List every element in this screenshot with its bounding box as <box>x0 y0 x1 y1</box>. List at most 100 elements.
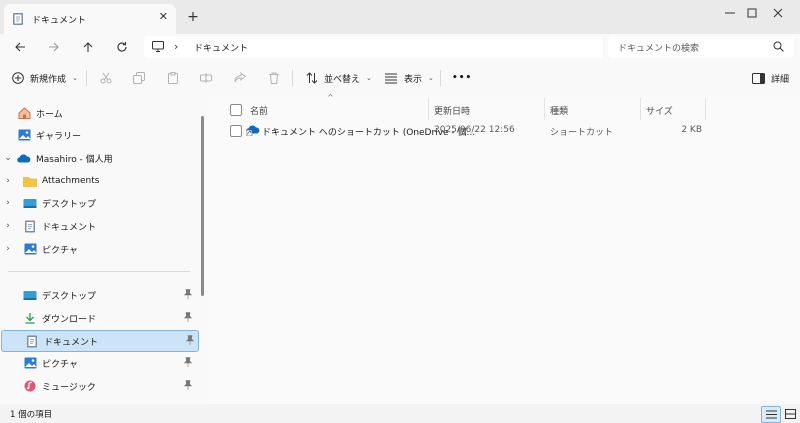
download-icon <box>22 311 38 325</box>
sidebar-item-documents[interactable]: › ドキュメント <box>0 216 196 236</box>
sidebar-scrollbar[interactable] <box>201 116 204 296</box>
quick-access-pictures[interactable]: ピクチャ <box>0 353 196 373</box>
details-pane-label: 詳細 <box>771 74 790 85</box>
arrow-left-icon <box>15 42 25 52</box>
paste-button[interactable] <box>167 68 179 88</box>
view-button-label: 表示 <box>404 74 423 85</box>
column-header-type[interactable]: 種類 <box>550 100 568 120</box>
close-button[interactable] <box>756 0 800 26</box>
breadcrumb-documents[interactable]: ドキュメント <box>194 41 248 54</box>
share-button[interactable] <box>234 68 246 88</box>
details-pane-icon <box>752 72 765 84</box>
refresh-icon <box>117 42 127 52</box>
pin-icon <box>184 312 192 322</box>
chevron-down-icon: ⌄ <box>428 74 434 82</box>
command-bar: 新規作成 ⌄ 並べ替え ⌄ 表示 ⌄ ••• 詳細 <box>0 60 800 97</box>
chevron-right-icon[interactable]: › <box>0 198 16 208</box>
sort-icon <box>306 72 318 84</box>
sidebar-item-label: Masahiro - 個人用 <box>36 154 113 165</box>
pin-icon <box>186 335 194 345</box>
rename-button[interactable] <box>200 68 212 88</box>
sidebar-item-onedrive[interactable]: ⌄ Masahiro - 個人用 <box>0 148 196 168</box>
table-row[interactable]: ドキュメント へのショートカット (OneDrive - 個... 2025/0… <box>222 120 712 140</box>
chevron-down-icon: ⌄ <box>366 74 372 82</box>
sidebar-item-pictures[interactable]: › ピクチャ <box>0 239 196 259</box>
rename-icon <box>200 73 212 83</box>
chevron-right-icon[interactable]: › <box>0 176 16 186</box>
home-icon <box>16 106 32 120</box>
large-icons-view-button[interactable] <box>781 406 799 421</box>
up-button[interactable] <box>78 38 98 56</box>
details-pane-button[interactable]: 詳細 <box>752 68 789 88</box>
documents-icon <box>22 219 38 233</box>
toolbar-divider <box>440 70 441 86</box>
chevron-down-icon[interactable]: ⌄ <box>0 153 16 163</box>
new-button[interactable]: 新規作成 ⌄ <box>12 68 78 88</box>
sidebar-item-label: ピクチャ <box>42 245 78 256</box>
sidebar-divider <box>8 271 190 272</box>
sidebar-item-label: ミュージック <box>42 382 96 393</box>
sidebar-item-gallery[interactable]: ギャラリー <box>0 125 196 145</box>
address-row: › ドキュメント ドキュメントの検索 <box>0 34 800 60</box>
sidebar-item-label: ピクチャ <box>42 359 78 370</box>
search-box[interactable]: ドキュメントの検索 <box>608 36 794 58</box>
column-label-name: 名前 <box>250 106 269 117</box>
copy-button[interactable] <box>133 68 145 88</box>
trash-icon <box>269 72 279 84</box>
column-header-size[interactable]: サイズ <box>646 100 673 120</box>
toolbar-divider <box>292 70 293 86</box>
more-options-button[interactable]: ••• <box>452 68 472 88</box>
column-divider[interactable] <box>705 98 706 120</box>
details-view-button[interactable] <box>761 406 781 423</box>
sidebar-item-attachments[interactable]: › Attachments <box>0 171 196 191</box>
forward-button[interactable] <box>44 38 64 56</box>
column-divider[interactable] <box>640 98 641 120</box>
sort-indicator: ^ <box>327 93 334 102</box>
refresh-button[interactable] <box>112 38 132 56</box>
new-tab-button[interactable]: + <box>183 7 203 27</box>
desktop-icon <box>22 288 38 302</box>
column-label-modified: 更新日時 <box>434 106 471 117</box>
column-divider[interactable] <box>428 98 429 120</box>
address-bar[interactable]: › ドキュメント <box>144 36 603 58</box>
quick-access-desktop[interactable]: デスクトップ <box>0 285 196 305</box>
back-button[interactable] <box>10 38 30 56</box>
column-label-type: 種類 <box>550 106 569 117</box>
chevron-right-icon[interactable]: › <box>0 244 16 254</box>
item-count: 1 個の項目 <box>10 410 53 420</box>
chevron-right-icon[interactable]: › <box>0 221 16 231</box>
chevron-down-icon: ⌄ <box>72 74 78 82</box>
column-divider[interactable] <box>544 98 545 120</box>
column-header-name[interactable]: 名前 <box>230 100 268 120</box>
sidebar-item-home[interactable]: ホーム <box>0 103 196 123</box>
navigation-pane: ホーム ギャラリー ⌄ Masahiro - 個人用 › Attachments… <box>0 96 208 404</box>
gallery-icon <box>16 128 32 142</box>
arrow-up-icon <box>83 42 93 52</box>
search-input[interactable]: ドキュメントの検索 <box>618 41 699 54</box>
view-button[interactable]: 表示 ⌄ <box>384 68 434 88</box>
sidebar-item-label: ギャラリー <box>36 131 82 142</box>
delete-button[interactable] <box>268 68 280 88</box>
pictures-icon <box>22 356 38 370</box>
search-icon <box>773 41 784 52</box>
arrow-right-icon <box>49 42 59 52</box>
desktop-icon <box>22 196 38 210</box>
row-checkbox[interactable] <box>230 125 242 137</box>
column-header-modified[interactable]: 更新日時 <box>434 100 470 120</box>
sidebar-item-label: ドキュメント <box>44 337 99 348</box>
sort-button[interactable]: 並べ替え ⌄ <box>306 68 372 88</box>
quick-access-downloads[interactable]: ダウンロード <box>0 308 196 328</box>
cut-button[interactable] <box>100 68 112 88</box>
status-bar: 1 個の項目 <box>0 404 800 423</box>
this-pc-icon <box>152 41 164 52</box>
quick-access-music[interactable]: ミュージック <box>0 376 196 396</box>
sidebar-item-desktop[interactable]: › デスクトップ <box>0 193 196 213</box>
tab-close-icon[interactable]: ✕ <box>159 10 168 23</box>
sidebar-item-label: デスクトップ <box>42 291 97 302</box>
tab-documents[interactable]: ドキュメント ✕ <box>4 4 176 34</box>
toolbar-divider <box>86 70 87 86</box>
new-button-label: 新規作成 <box>30 74 67 85</box>
quick-access-documents[interactable]: ドキュメント <box>1 330 199 352</box>
select-all-checkbox[interactable] <box>230 104 242 116</box>
tab-label: ドキュメント <box>32 16 87 26</box>
